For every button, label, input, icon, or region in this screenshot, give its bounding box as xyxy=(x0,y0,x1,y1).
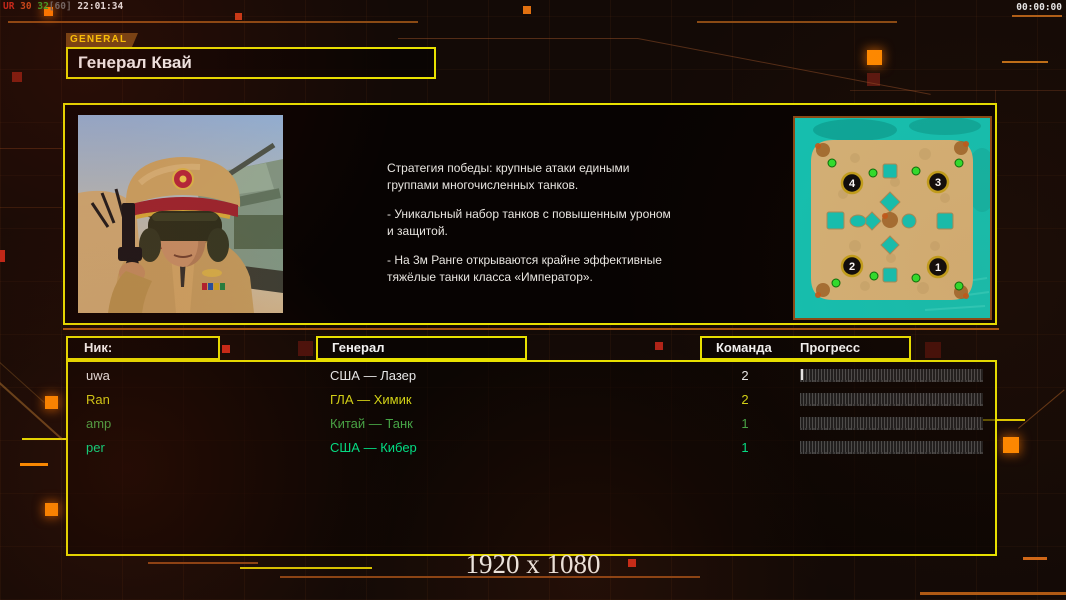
general-info-panel: Стратегия победы: крупные атаки едиными … xyxy=(63,103,998,325)
decor-trace xyxy=(398,38,638,39)
decor-line xyxy=(20,463,48,466)
map-preview: 4 3 2 1 xyxy=(793,116,998,320)
portrait-illustration xyxy=(78,115,283,313)
decor-trace xyxy=(1018,389,1065,429)
player-nick: amp xyxy=(86,416,112,431)
description-paragraph: - На 3м Ранге открываются крайне эффекти… xyxy=(387,253,662,284)
map-start-position: 1 xyxy=(926,255,950,279)
loading-progress-bar xyxy=(800,369,983,382)
loading-progress-bar xyxy=(800,393,983,406)
general-header-label: Генерал xyxy=(332,340,385,355)
team-header-label: Команда xyxy=(716,340,772,355)
decor-square xyxy=(655,342,663,350)
svg-text:4: 4 xyxy=(849,178,856,190)
decor-trace xyxy=(637,38,931,95)
description-paragraph: - Уникальный набор танков с повышенным у… xyxy=(387,207,671,238)
progress-cursor xyxy=(801,369,803,380)
map-illustration: 4 3 2 1 xyxy=(795,117,998,318)
loading-progress-bar xyxy=(800,441,983,454)
decor-square xyxy=(925,342,941,358)
decor-line xyxy=(1012,15,1062,17)
column-header-nick: Ник: xyxy=(66,336,220,360)
decor-line xyxy=(920,592,1066,595)
player-general: США — Лазер xyxy=(330,368,417,383)
column-header-general: Генерал xyxy=(316,336,527,360)
decor-square xyxy=(235,13,242,20)
decor-trace xyxy=(0,148,62,149)
decor-square xyxy=(45,396,58,409)
fps-part: 32 xyxy=(37,1,49,12)
decor-square xyxy=(222,345,230,353)
decor-trace xyxy=(0,362,45,403)
player-general: ГЛА — Химик xyxy=(330,392,412,407)
general-tab-label: GENERAL xyxy=(66,33,138,47)
fps-clock: 22:01:34 xyxy=(77,1,124,12)
page-title: Генерал Квай xyxy=(78,53,192,72)
decor-line xyxy=(63,328,999,330)
column-header-team-progress: Команда Прогресс xyxy=(700,336,911,360)
decor-square xyxy=(1003,437,1019,453)
map-start-position: 2 xyxy=(840,254,864,278)
fps-overlay: UR 30 32[60] 22:01:34 xyxy=(3,1,123,12)
player-nick: uwa xyxy=(86,368,110,383)
player-team: 1 xyxy=(741,440,749,455)
fps-part: [60] xyxy=(48,1,78,12)
resolution-label: 1920 x 1080 xyxy=(465,549,601,579)
fps-part: 30 xyxy=(20,1,38,12)
decor-line xyxy=(1002,61,1048,63)
map-start-position: 3 xyxy=(926,170,950,194)
general-portrait xyxy=(78,115,283,313)
decor-trace xyxy=(850,90,1066,91)
decor-square xyxy=(298,341,313,356)
loading-progress-bar xyxy=(800,417,983,430)
svg-text:2: 2 xyxy=(849,261,855,273)
decor-square xyxy=(45,503,58,516)
map-start-position: 4 xyxy=(840,171,864,195)
player-general: Китай — Танк xyxy=(330,416,413,431)
player-nick: Ran xyxy=(86,392,110,407)
lobby-loading-screen: UR 30 32[60] 22:01:34 00:00:00 GENERAL Г… xyxy=(0,0,1066,600)
decor-square xyxy=(523,6,531,14)
player-row: uwa США — Лазер 2 xyxy=(68,364,995,388)
decor-square xyxy=(867,50,882,65)
progress-header-label: Прогресс xyxy=(800,340,861,355)
player-row: per США — Кибер 1 xyxy=(68,436,995,460)
svg-text:3: 3 xyxy=(935,177,941,189)
players-table: uwa США — Лазер 2 Ran ГЛА — Химик 2 amp … xyxy=(66,360,997,556)
decor-trace xyxy=(0,207,62,208)
decor-square xyxy=(0,250,5,262)
decor-line xyxy=(697,21,897,23)
player-nick: per xyxy=(86,440,105,455)
svg-text:1: 1 xyxy=(935,262,941,274)
fps-part: UR xyxy=(3,1,21,12)
general-description: Стратегия победы: крупные атаки едиными … xyxy=(387,160,717,298)
player-team: 1 xyxy=(741,416,749,431)
description-paragraph: Стратегия победы: крупные атаки едиными … xyxy=(387,161,630,192)
decor-square xyxy=(12,72,22,82)
player-team: 2 xyxy=(741,392,749,407)
nick-header-label: Ник: xyxy=(84,340,113,355)
player-row: amp Китай — Танк 1 xyxy=(68,412,995,436)
general-title-box: Генерал Квай xyxy=(66,47,436,79)
player-team: 2 xyxy=(741,368,749,383)
player-row: Ran ГЛА — Химик 2 xyxy=(68,388,995,412)
player-general: США — Кибер xyxy=(330,440,417,455)
decor-line xyxy=(8,21,418,23)
game-timer: 00:00:00 xyxy=(1016,2,1062,13)
